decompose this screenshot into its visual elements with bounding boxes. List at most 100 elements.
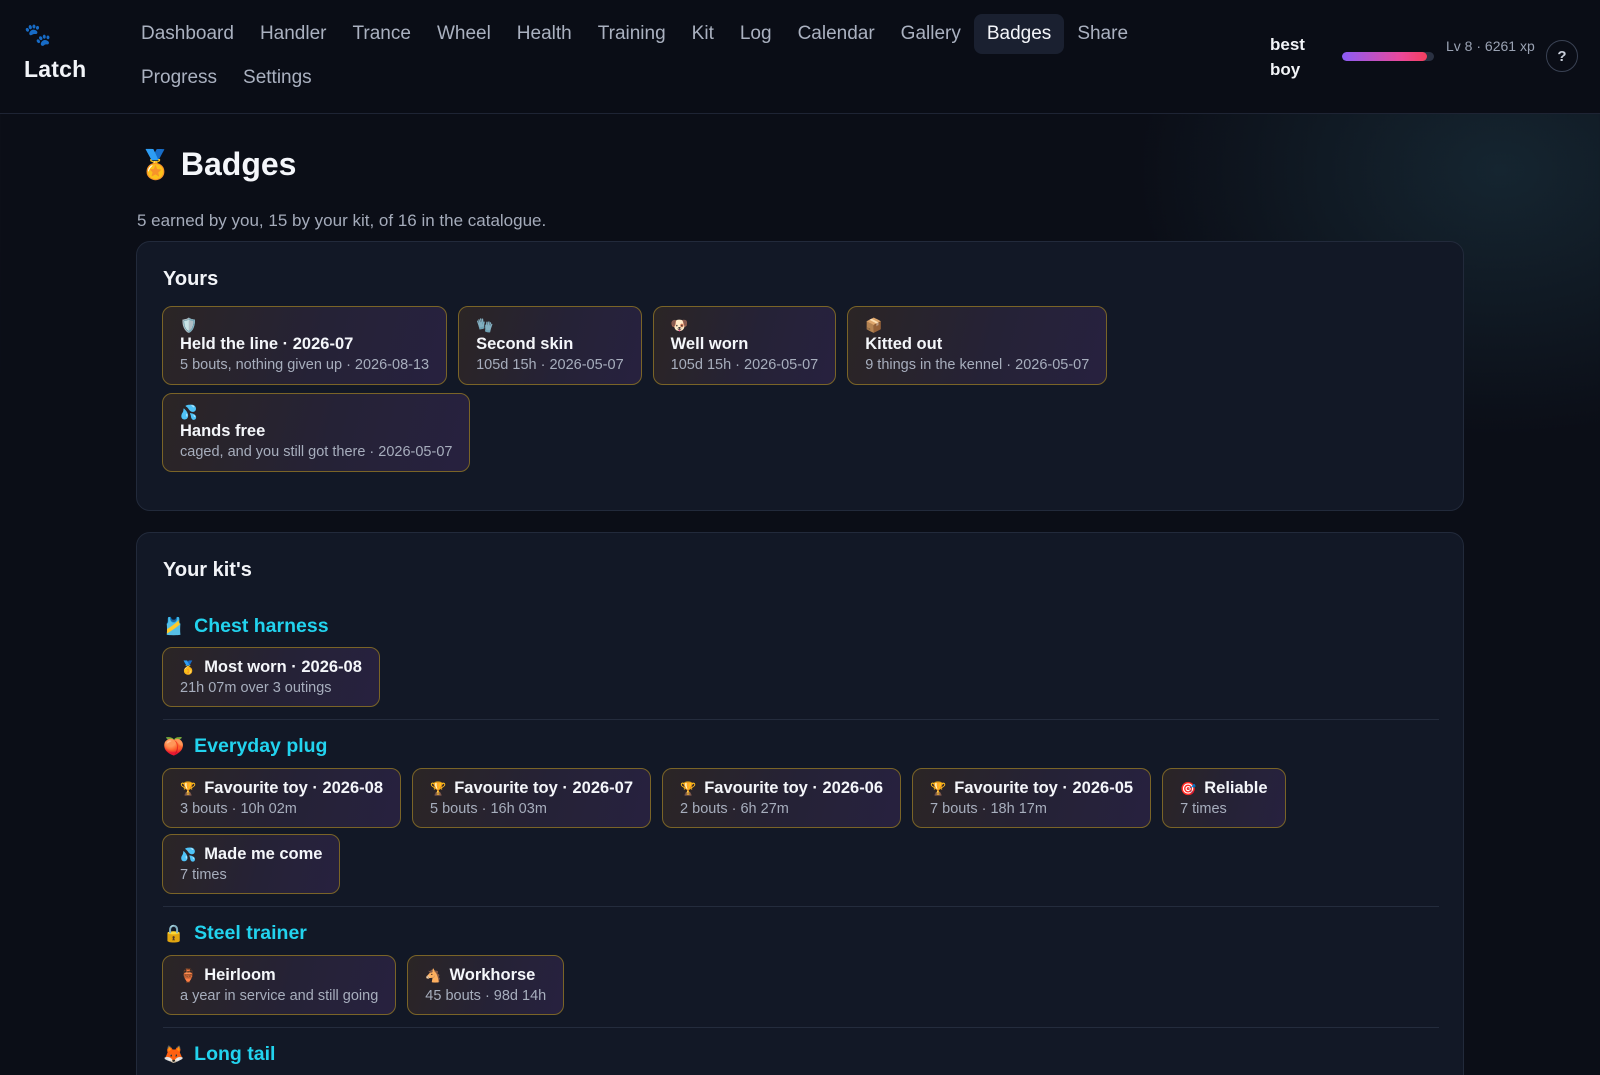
page-title: 🏅 Badges [138, 146, 296, 183]
yours-heading: Yours [163, 268, 219, 290]
badge-title: Favourite toy · 2026-07 [454, 779, 634, 797]
medal-icon: 🥇 [180, 659, 197, 675]
yours-badge-row-1: 🛡️ Held the line · 2026-07 5 bouts, noth… [162, 306, 1108, 385]
badge-workhorse[interactable]: 🐴 Workhorse 45 bouts · 98d 14h [407, 955, 565, 1015]
yours-badge-row-2: 💦 Hands free caged, and you still got th… [162, 393, 471, 472]
trophy-icon: 🏆 [430, 780, 447, 796]
shirt-icon: 🎽 [163, 616, 185, 636]
kit-name-link[interactable]: Chest harness [194, 615, 328, 638]
badge-favourite-toy-2026-05[interactable]: 🏆 Favourite toy · 2026-05 7 bouts · 18h … [912, 768, 1152, 828]
badge-well-worn[interactable]: 🐶 Well worn 105d 15h · 2026-05-07 [652, 306, 837, 385]
badge-desc: 5 bouts · 16h 03m [430, 801, 547, 817]
badge-desc: 105d 15h · 2026-05-07 [670, 357, 819, 373]
badge-title: Favourite toy · 2026-05 [954, 779, 1134, 797]
kit-name-link[interactable]: Long tail [194, 1043, 275, 1066]
badge-head: 🏆 Favourite toy · 2026-06 [680, 778, 883, 799]
nav-badges[interactable]: Badges [973, 14, 1065, 54]
kit-name-link[interactable]: Everyday plug [194, 735, 327, 758]
badge-desc: 7 times [180, 867, 227, 883]
badge-head: 🏺 Heirloom [180, 965, 378, 986]
divider [163, 1027, 1439, 1028]
badge-reliable[interactable]: 🎯 Reliable 7 times [1162, 768, 1286, 828]
badge-heirloom[interactable]: 🏺 Heirloom a year in service and still g… [162, 955, 397, 1015]
badge-head: 🏆 Favourite toy · 2026-05 [930, 778, 1133, 799]
badge-title: Made me come [204, 845, 323, 863]
app-name: Latch [24, 56, 87, 82]
nav-gallery[interactable]: Gallery [888, 14, 974, 54]
badge-title: Reliable [1204, 779, 1268, 797]
horse-icon: 🐴 [425, 967, 442, 983]
badge-second-skin[interactable]: 🧤 Second skin 105d 15h · 2026-05-07 [458, 306, 642, 385]
badge-head: 🎯 Reliable [1180, 778, 1267, 799]
badge-title: Kitted out [865, 335, 943, 353]
badge-desc: 7 bouts · 18h 17m [930, 801, 1047, 817]
trophy-icon: 🏆 [680, 780, 697, 796]
main-nav: Dashboard Handler Trance Wheel Health Tr… [128, 14, 1228, 98]
help-button[interactable]: ? [1546, 40, 1578, 72]
urn-icon: 🏺 [180, 967, 197, 983]
medal-icon: 🏅 [138, 149, 173, 180]
badge-desc: 45 bouts · 98d 14h [425, 988, 547, 1004]
badge-kitted-out[interactable]: 📦 Kitted out 9 things in the kennel · 20… [847, 306, 1108, 385]
nav-log[interactable]: Log [727, 14, 785, 54]
nav-calendar[interactable]: Calendar [785, 14, 888, 54]
kit-section-long-tail: 🦊 Long tail [163, 1043, 275, 1066]
nav-wheel[interactable]: Wheel [424, 14, 504, 54]
user-name[interactable]: best boy [1270, 32, 1328, 82]
nav-kit[interactable]: Kit [679, 14, 727, 54]
xp-progress-fill [1342, 52, 1427, 61]
badge-title: Favourite toy · 2026-06 [704, 779, 884, 797]
nav-progress[interactable]: Progress [128, 58, 230, 98]
divider [163, 719, 1439, 720]
badge-title: Most worn · 2026-08 [204, 658, 362, 676]
level-xp-text: Lv 8 · 6261 xp [1446, 38, 1535, 54]
badge-desc: 5 bouts, nothing given up · 2026-08-13 [180, 357, 430, 373]
xp-progress-bar [1342, 52, 1434, 61]
badge-desc: caged, and you still got there · 2026-05… [180, 444, 453, 460]
nav-health[interactable]: Health [504, 14, 585, 54]
badge-desc: 7 times [1180, 801, 1227, 817]
brand[interactable]: 🐾 Latch [24, 24, 124, 83]
badge-title: Hands free [180, 422, 266, 440]
badge-most-worn[interactable]: 🥇 Most worn · 2026-08 21h 07m over 3 out… [162, 647, 380, 707]
badge-made-me-come[interactable]: 💦 Made me come 7 times [162, 834, 341, 894]
nav-training[interactable]: Training [585, 14, 679, 54]
divider [163, 906, 1439, 907]
droplets-icon: 💦 [180, 404, 198, 420]
lock-icon: 🔒 [163, 923, 185, 943]
target-icon: 🎯 [1180, 780, 1197, 796]
badge-desc: 2 bouts · 6h 27m [680, 801, 789, 817]
shield-icon: 🛡️ [180, 317, 198, 333]
badge-title: Favourite toy · 2026-08 [204, 779, 384, 797]
trophy-icon: 🏆 [180, 780, 197, 796]
nav-settings[interactable]: Settings [230, 58, 325, 98]
box-icon: 📦 [865, 317, 883, 333]
badge-held-the-line[interactable]: 🛡️ Held the line · 2026-07 5 bouts, noth… [162, 306, 448, 385]
kit-name-link[interactable]: Steel trainer [194, 922, 307, 945]
chest-harness-badges: 🥇 Most worn · 2026-08 21h 07m over 3 out… [162, 647, 380, 707]
badge-title: Second skin [476, 335, 574, 353]
badge-favourite-toy-2026-08[interactable]: 🏆 Favourite toy · 2026-08 3 bouts · 10h … [162, 768, 402, 828]
badge-title: Heirloom [204, 966, 276, 984]
badge-head: 🐴 Workhorse [425, 965, 546, 986]
steel-trainer-badges: 🏺 Heirloom a year in service and still g… [162, 955, 565, 1015]
badge-title: Workhorse [449, 966, 536, 984]
badge-desc: 9 things in the kennel · 2026-05-07 [865, 357, 1090, 373]
fox-icon: 🦊 [163, 1044, 185, 1064]
nav-trance[interactable]: Trance [340, 14, 424, 54]
badge-favourite-toy-2026-07[interactable]: 🏆 Favourite toy · 2026-07 5 bouts · 16h … [412, 768, 652, 828]
badge-favourite-toy-2026-06[interactable]: 🏆 Favourite toy · 2026-06 2 bouts · 6h 2… [662, 768, 902, 828]
top-bar: 🐾 Latch Dashboard Handler Trance Wheel H… [0, 0, 1600, 114]
nav-share[interactable]: Share [1064, 14, 1141, 54]
kit-heading: Your kit's [163, 559, 252, 581]
badge-title: Well worn [670, 335, 749, 353]
trophy-icon: 🏆 [930, 780, 947, 796]
badge-desc: 21h 07m over 3 outings [180, 680, 332, 696]
nav-dashboard[interactable]: Dashboard [128, 14, 247, 54]
kit-section-steel-trainer: 🔒 Steel trainer [163, 922, 307, 945]
kit-section-everyday-plug: 🍑 Everyday plug [163, 735, 327, 758]
badge-desc: a year in service and still going [180, 988, 379, 1004]
nav-handler[interactable]: Handler [247, 14, 340, 54]
badge-hands-free[interactable]: 💦 Hands free caged, and you still got th… [162, 393, 471, 472]
kit-section-chest-harness: 🎽 Chest harness [163, 615, 329, 638]
